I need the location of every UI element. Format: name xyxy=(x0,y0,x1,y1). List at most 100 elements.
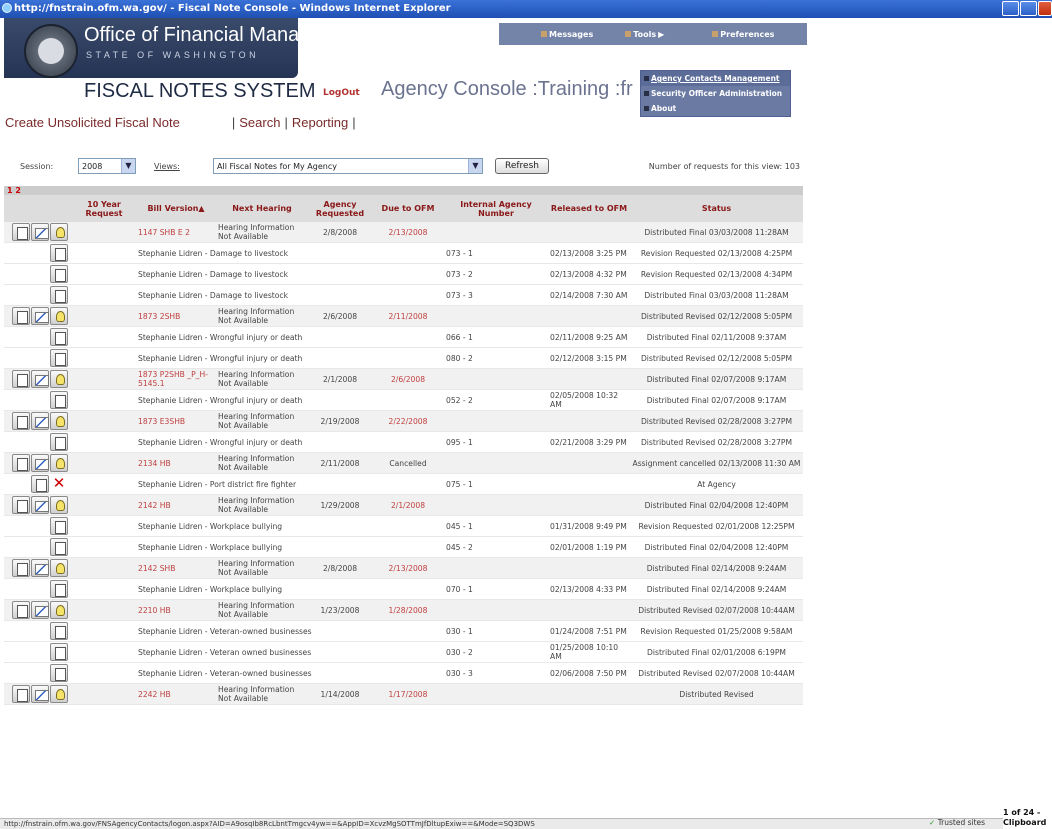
note-icon[interactable] xyxy=(12,307,30,325)
note-icon[interactable] xyxy=(50,244,68,262)
table-row[interactable]: Stephanie Lidren - Veteran-owned busines… xyxy=(4,662,803,684)
note-icon[interactable] xyxy=(50,664,68,682)
table-row[interactable]: Stephanie Lidren - Wrongful injury or de… xyxy=(4,431,803,453)
fiscal-notes-table: 10 Year Request Bill Version▲ Next Heari… xyxy=(4,195,803,705)
note-icon[interactable] xyxy=(50,517,68,535)
edit-chart-icon[interactable] xyxy=(31,370,49,388)
edit-chart-icon[interactable] xyxy=(31,496,49,514)
bulb-icon[interactable] xyxy=(50,223,68,241)
table-row[interactable]: 2142 HB Hearing Information Not Available… xyxy=(4,494,803,516)
note-icon[interactable] xyxy=(12,454,30,472)
note-icon[interactable] xyxy=(50,433,68,451)
note-icon[interactable] xyxy=(50,622,68,640)
edit-chart-icon[interactable] xyxy=(31,559,49,577)
table-row[interactable]: 2242 HB Hearing Information Not Available… xyxy=(4,683,803,705)
table-row[interactable]: Stephanie Lidren - Veteran-owned busines… xyxy=(4,620,803,642)
table-row[interactable]: ✕ Stephanie Lidren - Port district fire f… xyxy=(4,473,803,495)
bulb-icon[interactable] xyxy=(50,412,68,430)
bulb-icon[interactable] xyxy=(50,307,68,325)
state-seal-logo xyxy=(24,24,78,78)
table-row[interactable]: 2210 HB Hearing Information Not Available… xyxy=(4,599,803,621)
table-row[interactable]: 2142 SHB Hearing Information Not Availabl… xyxy=(4,557,803,579)
table-row[interactable]: 2134 HB Hearing Information Not Available… xyxy=(4,452,803,474)
note-icon[interactable] xyxy=(31,475,49,493)
col-due-to-ofm[interactable]: Due to OFM xyxy=(372,195,444,222)
table-row[interactable]: Stephanie Lidren - Wrongful injury or de… xyxy=(4,389,803,411)
note-icon[interactable] xyxy=(50,286,68,304)
nav-preferences[interactable]: Preferences xyxy=(706,30,780,39)
released-cell: 01/24/2008 7:51 PM xyxy=(548,620,630,642)
note-icon[interactable] xyxy=(12,412,30,430)
session-select[interactable]: 2008 ▼ xyxy=(78,158,136,174)
col-released[interactable]: Released to OFM xyxy=(548,195,630,222)
ten-year-cell xyxy=(72,536,136,558)
bulb-icon[interactable] xyxy=(50,559,68,577)
search-link[interactable]: Search xyxy=(239,115,280,130)
row-actions xyxy=(4,662,72,684)
note-icon[interactable] xyxy=(12,559,30,577)
logout-link[interactable]: LogOut xyxy=(323,88,360,98)
col-status[interactable]: Status xyxy=(630,195,803,222)
menu-item-security-officer[interactable]: Security Officer Administration xyxy=(641,86,790,101)
edit-chart-icon[interactable] xyxy=(31,601,49,619)
col-agency-requested[interactable]: Agency Requested xyxy=(308,195,372,222)
note-icon[interactable] xyxy=(50,349,68,367)
table-row[interactable]: 1873 P2SHB _P_H-5145.1 Hearing Informatio… xyxy=(4,368,803,390)
note-icon[interactable] xyxy=(12,601,30,619)
col-10yr[interactable]: 10 Year Request xyxy=(72,195,136,222)
note-icon[interactable] xyxy=(12,496,30,514)
table-row[interactable]: Stephanie Lidren - Wrongful injury or de… xyxy=(4,326,803,348)
delete-icon[interactable]: ✕ xyxy=(50,475,68,493)
note-icon[interactable] xyxy=(12,370,30,388)
table-row[interactable]: 1147 SHB E 2 Hearing Information Not Avai… xyxy=(4,222,803,243)
table-row[interactable]: Stephanie Lidren - Workplace bullying 045… xyxy=(4,515,803,537)
ten-year-cell xyxy=(72,284,136,306)
note-icon[interactable] xyxy=(50,643,68,661)
table-row[interactable]: Stephanie Lidren - Wrongful injury or de… xyxy=(4,347,803,369)
table-row[interactable]: Stephanie Lidren - Damage to livestock 07… xyxy=(4,284,803,306)
reporting-link[interactable]: Reporting xyxy=(292,115,348,130)
note-icon[interactable] xyxy=(50,391,68,409)
due-to-ofm-cell: 2/22/2008 xyxy=(372,410,444,432)
released-cell xyxy=(548,410,630,432)
sort-asc-icon: ▲ xyxy=(198,204,205,213)
bulb-icon[interactable] xyxy=(50,601,68,619)
table-row[interactable]: Stephanie Lidren - Veteran owned busines… xyxy=(4,641,803,663)
edit-chart-icon[interactable] xyxy=(31,223,49,241)
table-row[interactable]: Stephanie Lidren - Damage to livestock 07… xyxy=(4,242,803,264)
bulb-icon[interactable] xyxy=(50,454,68,472)
description-cell: Stephanie Lidren - Wrongful injury or de… xyxy=(136,347,444,369)
bulb-icon[interactable] xyxy=(50,685,68,703)
note-icon[interactable] xyxy=(12,223,30,241)
table-row[interactable]: Stephanie Lidren - Workplace bullying 045… xyxy=(4,536,803,558)
note-icon[interactable] xyxy=(50,538,68,556)
nav-messages[interactable]: Messages xyxy=(535,30,599,39)
note-icon[interactable] xyxy=(50,328,68,346)
bulb-icon[interactable] xyxy=(50,370,68,388)
bulb-icon[interactable] xyxy=(50,496,68,514)
menu-item-about[interactable]: About xyxy=(641,101,790,116)
edit-chart-icon[interactable] xyxy=(31,685,49,703)
minimize-button[interactable] xyxy=(1002,1,1019,16)
table-row[interactable]: 1873 E3SHB Hearing Information Not Availa… xyxy=(4,410,803,432)
col-next-hearing[interactable]: Next Hearing xyxy=(216,195,308,222)
note-icon[interactable] xyxy=(12,685,30,703)
note-icon[interactable] xyxy=(50,580,68,598)
create-fiscal-note-link[interactable]: Create Unsolicited Fiscal Note xyxy=(5,115,180,130)
edit-chart-icon[interactable] xyxy=(31,454,49,472)
col-internal-number[interactable]: Internal Agency Number xyxy=(444,195,548,222)
note-icon[interactable] xyxy=(50,265,68,283)
nav-tools[interactable]: Tools ▶ xyxy=(619,30,670,39)
edit-chart-icon[interactable] xyxy=(31,307,49,325)
refresh-button[interactable]: Refresh xyxy=(495,158,549,174)
col-bill-version[interactable]: Bill Version▲ xyxy=(136,195,216,222)
menu-item-agency-contacts[interactable]: Agency Contacts Management xyxy=(641,71,790,86)
restore-button[interactable] xyxy=(1020,1,1037,16)
close-button[interactable] xyxy=(1038,1,1052,16)
pager[interactable]: 1 2 xyxy=(4,186,803,195)
table-row[interactable]: 1873 2SHB Hearing Information Not Availab… xyxy=(4,305,803,327)
views-select[interactable]: All Fiscal Notes for My Agency ▼ xyxy=(213,158,483,174)
edit-chart-icon[interactable] xyxy=(31,412,49,430)
table-row[interactable]: Stephanie Lidren - Damage to livestock 07… xyxy=(4,263,803,285)
table-row[interactable]: Stephanie Lidren - Workplace bullying 070… xyxy=(4,578,803,600)
